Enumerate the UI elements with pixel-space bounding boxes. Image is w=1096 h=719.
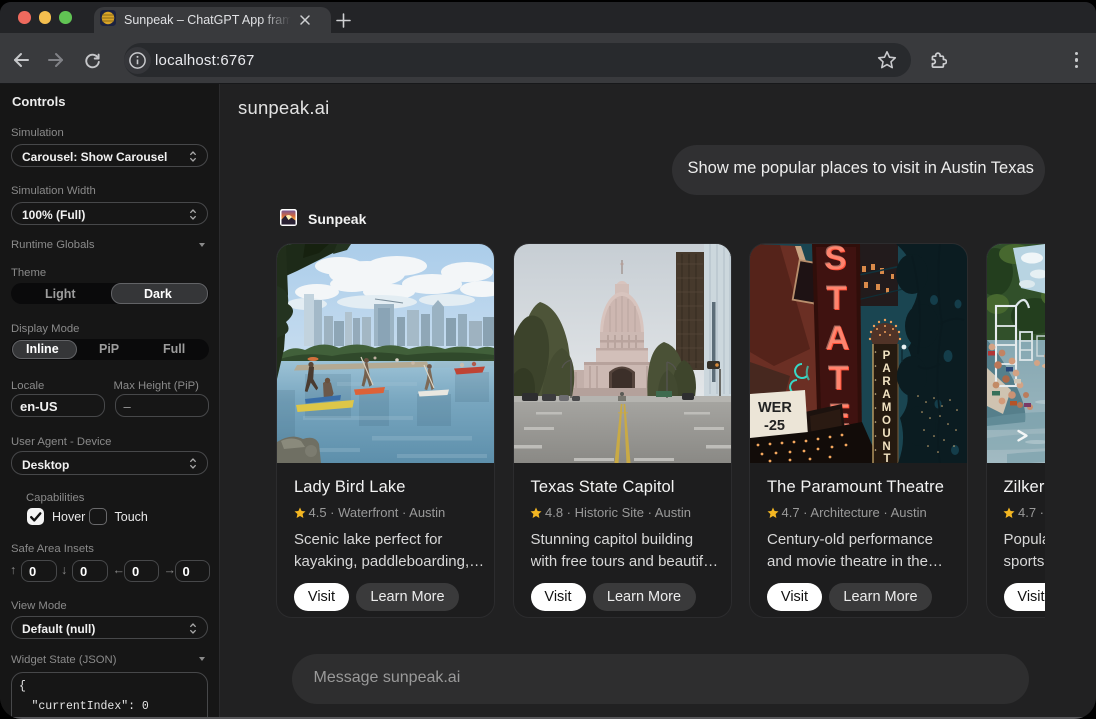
svg-text:T: T — [883, 453, 890, 463]
svg-text:P: P — [883, 350, 891, 362]
svg-text:A: A — [825, 319, 850, 357]
svg-text:N: N — [882, 441, 890, 453]
svg-text:WER: WER — [758, 400, 792, 416]
svg-text:A: A — [882, 363, 890, 375]
svg-text:S: S — [824, 244, 847, 277]
svg-text:R: R — [882, 376, 891, 388]
svg-text:O: O — [882, 415, 891, 427]
svg-text:-25: -25 — [764, 418, 785, 434]
svg-text:M: M — [882, 402, 892, 414]
svg-text:T: T — [828, 359, 849, 397]
svg-text:T: T — [826, 279, 847, 317]
svg-text:U: U — [882, 428, 890, 440]
svg-text:A: A — [882, 389, 890, 401]
